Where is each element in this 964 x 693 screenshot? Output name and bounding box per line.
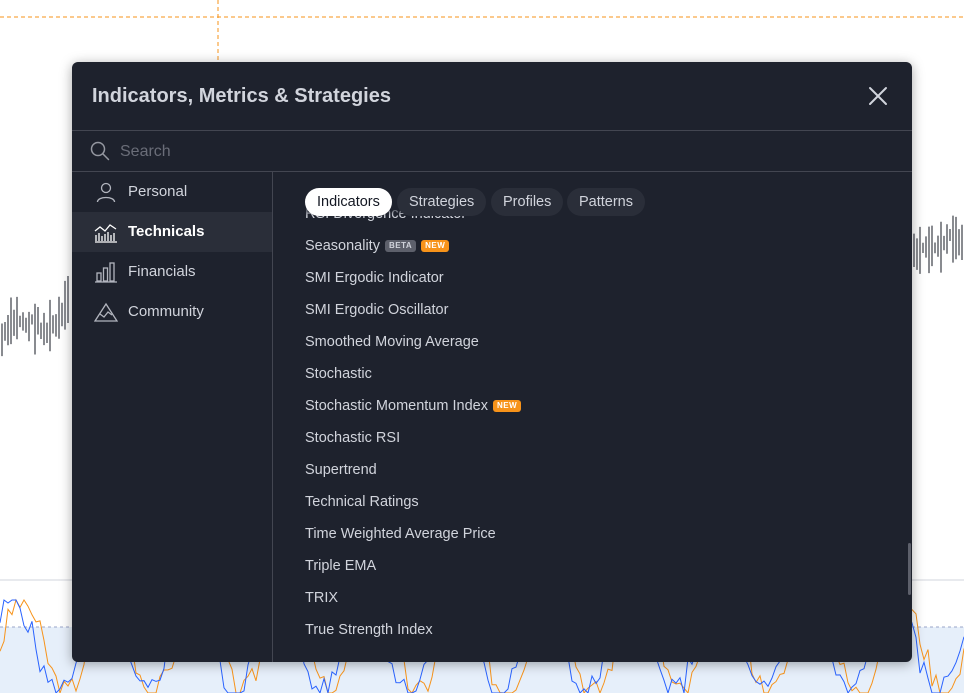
beta-badge: BETA <box>384 240 417 252</box>
list-item[interactable]: Stochastic RSI <box>305 422 865 454</box>
indicator-list-pane: Rob Booker - ZN Ghost Pivots RSI Diverge… <box>273 172 912 662</box>
list-item[interactable]: Smoothed Moving Average <box>305 326 865 358</box>
sidebar-item-technicals[interactable]: Technicals <box>72 212 272 252</box>
indicators-dialog: Indicators, Metrics & Strategies Persona… <box>72 62 912 662</box>
tab-patterns[interactable]: Patterns <box>567 188 645 216</box>
list-item[interactable]: Stochastic Momentum Index NEW <box>305 390 865 422</box>
indicator-list: Rob Booker - ZN Ghost Pivots RSI Diverge… <box>305 172 865 646</box>
user-icon <box>96 182 116 203</box>
dialog-title: Indicators, Metrics & Strategies <box>92 85 391 107</box>
sidebar-item-financials[interactable]: Financials <box>72 252 272 292</box>
close-button[interactable] <box>866 84 890 108</box>
candlesticks-right <box>913 215 963 274</box>
new-badge: NEW <box>421 240 450 252</box>
category-sidebar: Personal Technicals Financials Community <box>72 172 273 662</box>
technicals-chart-icon <box>94 224 117 243</box>
list-scrollbar[interactable] <box>908 543 911 595</box>
sidebar-item-label: Financials <box>128 263 196 280</box>
dialog-header: Indicators, Metrics & Strategies <box>72 62 912 131</box>
tab-strategies[interactable]: Strategies <box>397 188 487 216</box>
list-item[interactable]: SMI Ergodic Indicator <box>305 262 865 294</box>
candlesticks-left <box>1 276 69 357</box>
bar-chart-icon <box>95 262 117 283</box>
list-item[interactable]: Stochastic <box>305 358 865 390</box>
tab-profiles[interactable]: Profiles <box>491 188 564 216</box>
search-icon <box>90 141 110 161</box>
list-item[interactable]: SMI Ergodic Oscillator <box>305 294 865 326</box>
sidebar-item-label: Technicals <box>128 223 205 240</box>
list-item[interactable]: Seasonality BETA NEW <box>305 230 865 262</box>
list-item[interactable]: Supertrend <box>305 454 865 486</box>
close-icon <box>869 87 887 105</box>
sidebar-item-community[interactable]: Community <box>72 292 272 332</box>
new-badge: NEW <box>492 400 522 412</box>
list-item[interactable]: Time Weighted Average Price <box>305 518 865 550</box>
sidebar-item-label: Community <box>128 303 204 320</box>
list-item[interactable]: Triple EMA <box>305 550 865 582</box>
search-bar <box>72 131 912 172</box>
list-item[interactable]: Technical Ratings <box>305 486 865 518</box>
tab-indicators[interactable]: Indicators <box>305 188 392 216</box>
search-input[interactable] <box>118 137 882 167</box>
list-item[interactable]: TRIX <box>305 582 865 614</box>
sidebar-item-label: Personal <box>128 183 188 200</box>
sidebar-item-personal[interactable]: Personal <box>72 172 272 212</box>
category-tabs: Indicators Strategies Profiles Patterns <box>273 172 893 216</box>
list-item[interactable]: True Strength Index <box>305 614 865 646</box>
mountain-icon <box>94 302 118 322</box>
